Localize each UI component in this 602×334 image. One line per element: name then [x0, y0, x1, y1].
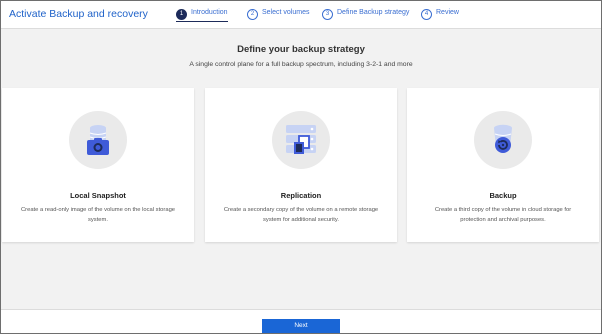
- replication-card[interactable]: Replication Create a secondary copy of t…: [205, 88, 397, 242]
- app-window: Activate Backup and recovery 1 Introduct…: [0, 0, 602, 334]
- camera-database-icon: [87, 125, 109, 155]
- footer-bar: Next: [1, 309, 601, 333]
- cloud-backup-icon: [494, 124, 512, 153]
- step-label: Select volumes: [262, 9, 310, 16]
- local-snapshot-card[interactable]: Local Snapshot Create a read-only image …: [2, 88, 194, 242]
- step-label: Define Backup strategy: [337, 9, 410, 16]
- icon-circle: [272, 111, 330, 169]
- card-description: Create a secondary copy of the volume on…: [223, 207, 379, 223]
- step-label: Review: [436, 9, 459, 16]
- top-bar: Activate Backup and recovery 1 Introduct…: [1, 1, 601, 29]
- card-title: Backup: [489, 191, 517, 200]
- card-description: Create a read-only image of the volume o…: [20, 207, 176, 223]
- app-title: Activate Backup and recovery: [9, 8, 148, 20]
- page-title: Define your backup strategy: [237, 44, 365, 55]
- step-number: 2: [247, 9, 258, 20]
- page-subtitle: A single control plane for a full backup…: [189, 61, 413, 68]
- step-number: 4: [421, 9, 432, 20]
- step-number: 1: [176, 9, 187, 20]
- icon-circle: [474, 111, 532, 169]
- card-title: Replication: [280, 191, 322, 200]
- card-title: Local Snapshot: [70, 191, 126, 200]
- active-step-underline: [176, 21, 228, 22]
- next-button[interactable]: Next: [262, 319, 340, 333]
- step-number: 3: [322, 9, 333, 20]
- card-description: Create a third copy of the volume in clo…: [434, 207, 572, 223]
- replication-icon: [286, 125, 316, 154]
- icon-circle: [69, 111, 127, 169]
- step-label: Introduction: [191, 9, 228, 16]
- backup-card[interactable]: Backup Create a third copy of the volume…: [407, 88, 599, 242]
